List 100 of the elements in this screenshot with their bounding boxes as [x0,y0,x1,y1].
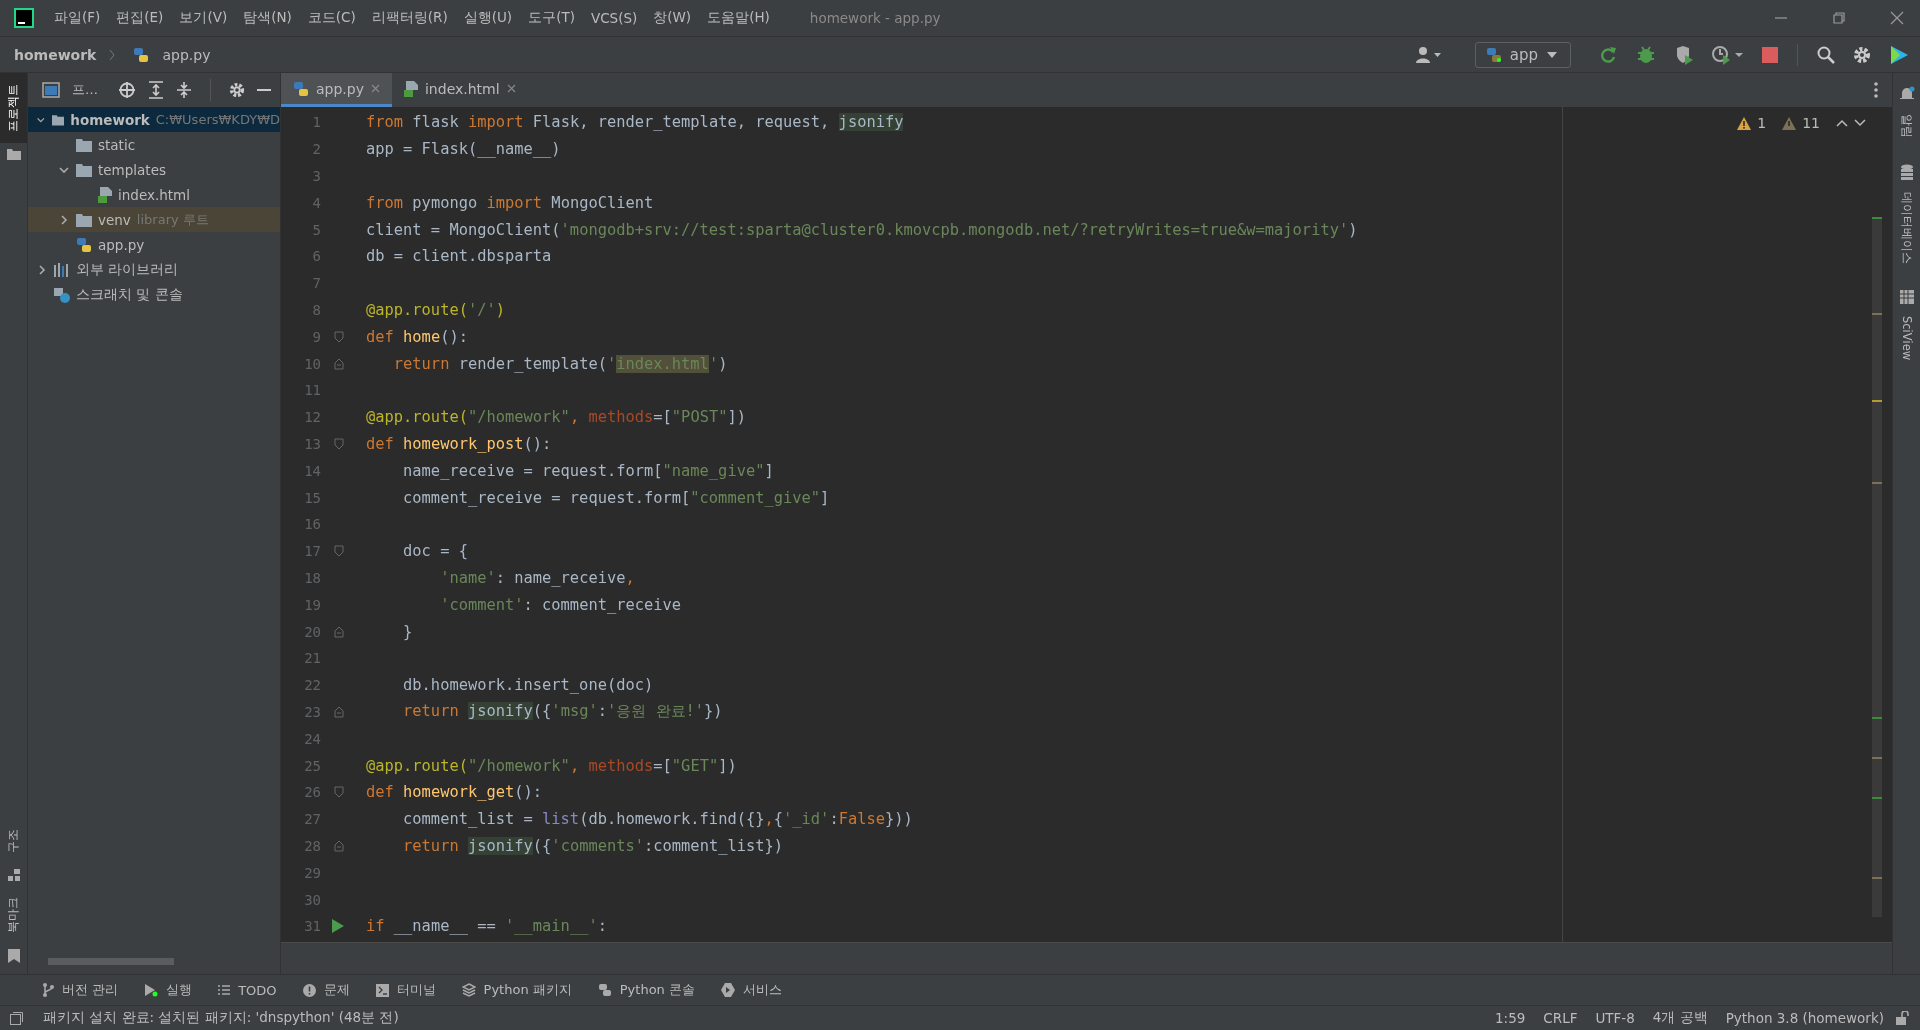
more-icon[interactable] [1874,82,1878,98]
run-configuration-dropdown[interactable]: app [1474,41,1571,68]
tree-item[interactable]: 스크래치 및 콘솔 [28,282,280,307]
panel-title[interactable]: 프… [72,81,98,99]
fold-icon[interactable] [334,545,344,558]
folder-icon[interactable] [6,148,21,160]
tool-window-button[interactable]: 북마크 [0,886,27,944]
status-item[interactable]: UTF-8 [1595,1010,1635,1026]
fold-icon[interactable] [334,330,344,343]
code-line: @app.route("/homework", methods=["POST"]) [365,408,746,427]
tree-item[interactable]: app.py [28,232,280,257]
fold-icon[interactable] [334,786,344,799]
bell-icon[interactable] [1898,86,1915,102]
chevron-down-icon[interactable] [1854,119,1866,127]
code-line: @app.route("/homework", methods=["GET"]) [365,756,737,775]
tool-window-tab[interactable]: 문제 [302,981,350,999]
scroll-bar[interactable] [48,957,174,965]
line-number: 31 [303,918,321,935]
menu-item[interactable]: 코드(C) [307,9,356,27]
tree-item[interactable]: 외부 라이브러리 [28,257,280,282]
line-number: 13 [303,435,321,452]
editor-tab[interactable]: app.py [281,73,392,107]
status-item[interactable]: Python 3.8 (homework) [1725,1010,1884,1026]
expand-all-icon[interactable] [148,81,164,99]
close-icon[interactable] [1890,11,1904,25]
settings-icon[interactable] [1853,45,1871,64]
tree-item[interactable]: index.html [28,182,280,207]
fold-icon[interactable] [334,625,344,638]
menu-item[interactable]: 보기(V) [179,9,228,27]
status-item[interactable]: 4개 공백 [1652,1009,1708,1027]
chevron-right-icon [109,48,116,61]
hide-icon[interactable] [257,88,271,92]
shield-play-icon[interactable] [1674,44,1694,65]
tree-item[interactable]: static [28,132,280,157]
menu-item[interactable]: 도구(T) [528,9,575,27]
breadcrumb-item[interactable]: homework [14,46,97,63]
status-message[interactable]: 패키지 설치 완료: 설치된 패키지: 'dnspython' (48분 전) [43,1009,399,1027]
line-number: 14 [303,462,321,479]
close-icon[interactable] [506,84,516,93]
tool-window-tab[interactable]: 서비스 [720,981,782,999]
breadcrumb-item[interactable]: app.py [162,46,211,63]
list-icon [218,985,231,995]
tool-window-tab[interactable]: Python 패키지 [461,981,572,999]
bug-icon[interactable] [1636,44,1656,65]
status-item[interactable]: CRLF [1543,1010,1578,1026]
fold-icon[interactable] [334,705,344,718]
menu-item[interactable]: 파일(F) [54,9,101,27]
settings-icon[interactable] [229,82,245,98]
fold-icon[interactable] [334,357,344,370]
structure-icon[interactable] [7,869,20,881]
line-number: 4 [311,194,321,211]
tool-window-button[interactable]: 프로젝트 [0,73,27,143]
user-icon[interactable] [1415,45,1442,64]
menu-item[interactable]: 탐색(N) [243,9,292,27]
line-number: 17 [303,543,321,560]
chevron-right-icon[interactable] [58,213,70,226]
clock-play-icon[interactable] [1712,44,1744,65]
tool-window-tab[interactable]: 실행 [144,981,193,999]
fold-icon[interactable] [334,437,344,450]
menu-item[interactable]: 실행(U) [463,9,513,27]
code-line: db = client.dbsparta [365,247,552,266]
stop-icon[interactable] [1762,46,1778,63]
tool-window-tab[interactable]: Python 콘솔 [597,981,695,999]
line-number: 21 [303,650,321,667]
rerun-icon[interactable] [1598,44,1618,65]
menu-item[interactable]: 편집(E) [116,9,164,27]
tool-window-tab[interactable]: 터미널 [375,981,436,999]
tool-window-tab[interactable]: 버전 관리 [42,981,119,999]
tool-window-button[interactable]: 데이터베이스 [1893,185,1920,285]
database-icon[interactable] [1899,164,1914,180]
plugin-logo-icon[interactable] [1889,44,1909,65]
tool-window-button[interactable]: SciView [1893,309,1920,382]
menu-item[interactable]: 창(W) [653,9,692,27]
run-icon[interactable] [332,919,344,934]
menu-item[interactable]: 리팩터링(R) [371,9,448,27]
tree-item[interactable]: homework C:₩Users₩KDY₩D [28,107,280,132]
tool-window-tab[interactable]: TODO [218,982,277,998]
line-number: 10 [303,355,321,372]
scroll-bar[interactable] [1872,217,1882,917]
collapse-all-icon[interactable] [176,81,192,99]
tree-item[interactable]: templates [28,157,280,182]
tree-item[interactable]: venv library 루트 [28,207,280,232]
folder-icon [76,162,92,177]
search-icon[interactable] [1817,45,1835,64]
tool-window-button[interactable]: 알림 [1893,107,1920,159]
unlock-icon[interactable] [1896,1011,1910,1025]
chevron-up-icon[interactable] [1836,119,1848,127]
locate-icon[interactable] [118,81,136,99]
status-item[interactable]: 1:59 [1495,1010,1526,1026]
editor-tab[interactable]: index.html [392,73,528,107]
grid-icon[interactable] [1899,290,1914,304]
menu-item[interactable]: 도움말(H) [707,9,770,27]
run-icon [144,983,159,997]
fold-icon[interactable] [334,839,344,852]
panel-toggle-icon[interactable] [10,1011,23,1025]
restore-icon[interactable] [1832,11,1846,25]
chevron-right-icon[interactable] [36,263,48,276]
menu-item[interactable]: VCS(S) [590,10,638,26]
bookmark-icon[interactable] [7,949,20,963]
tool-window-button[interactable]: 구조 [0,818,27,864]
